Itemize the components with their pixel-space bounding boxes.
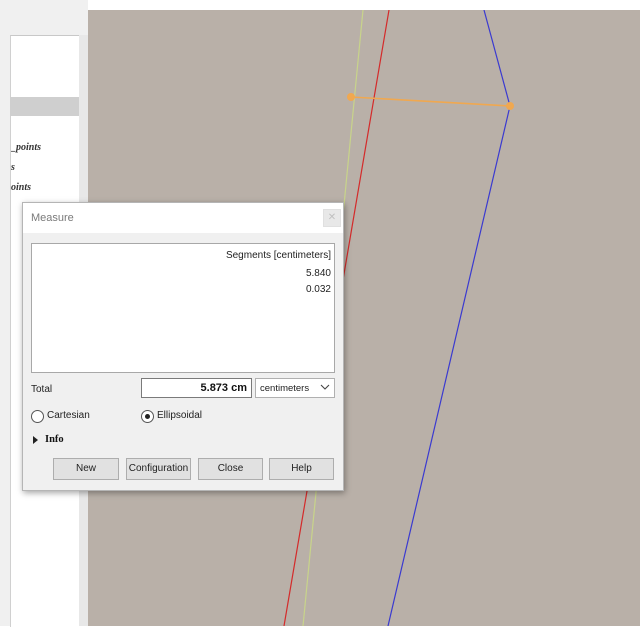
total-field[interactable]: 5.873 cm	[141, 378, 252, 398]
configuration-button[interactable]: Configuration	[126, 458, 191, 480]
radio-cartesian[interactable]: Cartesian	[31, 410, 111, 424]
measure-vertex	[347, 93, 355, 101]
segments-list[interactable]: Segments [centimeters] 5.840 0.032	[31, 243, 335, 373]
info-toggle[interactable]: Info	[33, 434, 93, 448]
close-button[interactable]: Close	[198, 458, 263, 480]
dialog-title: Measure	[31, 212, 74, 224]
segment-value: 0.032	[305, 284, 331, 295]
total-value: 5.873 cm	[200, 382, 247, 394]
radio-ellipsoidal[interactable]: Ellipsoidal	[141, 410, 221, 424]
measure-segment-line	[350, 96, 511, 107]
new-button[interactable]: New	[53, 458, 119, 480]
chevron-down-icon	[320, 384, 330, 390]
help-button[interactable]: Help	[269, 458, 334, 480]
layer-item-label[interactable]: _points	[11, 142, 79, 153]
layer-item-label[interactable]: oints	[11, 182, 79, 193]
radio-cartesian-label: Cartesian	[47, 410, 90, 421]
radio-ellipsoidal-circle[interactable]	[141, 410, 154, 423]
info-label: Info	[45, 434, 64, 445]
radio-cartesian-circle[interactable]	[31, 410, 44, 423]
units-select[interactable]: centimeters	[255, 378, 335, 398]
dialog-titlebar[interactable]: Measure ✕	[23, 203, 343, 233]
radio-selected-dot	[145, 414, 150, 419]
total-label: Total	[31, 384, 53, 395]
segment-value: 5.840	[305, 268, 331, 279]
radio-ellipsoidal-label: Ellipsoidal	[157, 410, 203, 421]
units-selected-label: centimeters	[260, 383, 310, 394]
segments-header: Segments [centimeters]	[225, 250, 331, 261]
layer-item-label[interactable]: s	[11, 162, 79, 173]
expand-arrow-icon	[33, 436, 38, 444]
close-icon[interactable]: ✕	[323, 209, 341, 227]
measure-vertex	[506, 102, 514, 110]
measure-dialog: Measure ✕ Segments [centimeters] 5.840 0…	[22, 202, 344, 491]
layers-selected-row[interactable]	[10, 97, 80, 116]
